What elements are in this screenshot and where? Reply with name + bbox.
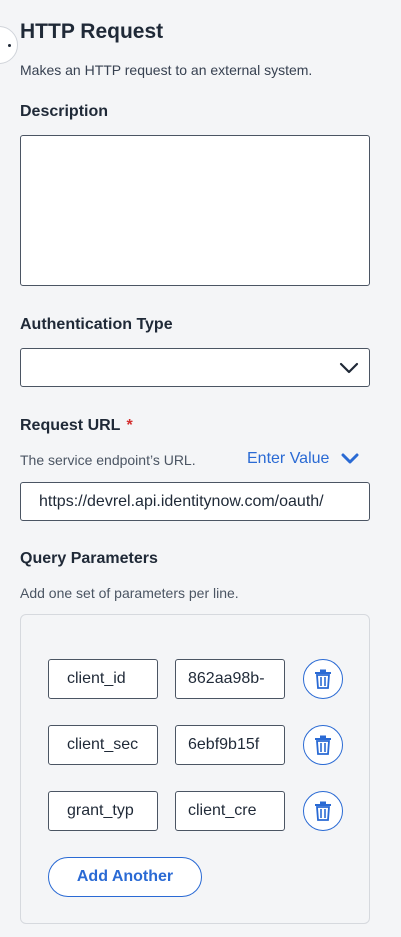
required-marker: * (126, 417, 133, 434)
query-parameters-help: Add one set of parameters per line. (20, 585, 239, 601)
handle-dot-icon (8, 43, 11, 47)
request-url-label: Request URL * (20, 417, 133, 435)
page-subtitle: Makes an HTTP request to an external sys… (20, 62, 313, 78)
authentication-type-select[interactable] (20, 348, 370, 387)
delete-parameter-button[interactable] (303, 725, 343, 765)
chevron-down-icon (339, 362, 359, 374)
query-parameter-row: client_id 862aa98b- (48, 659, 348, 699)
description-label: Description (20, 103, 109, 120)
request-url-input[interactable]: https://devrel.api.identitynow.com/oauth… (20, 482, 370, 521)
query-parameter-row: grant_typ client_cre (48, 791, 348, 831)
parameter-value-input[interactable]: 862aa98b- (175, 659, 285, 699)
parameter-key-input[interactable]: client_sec (48, 725, 158, 765)
trash-icon (315, 669, 331, 689)
enter-value-label: Enter Value (247, 450, 330, 467)
request-url-label-text: Request URL (20, 417, 121, 434)
request-url-help: The service endpoint’s URL. (20, 452, 196, 468)
delete-parameter-button[interactable] (303, 659, 343, 699)
enter-value-dropdown[interactable]: Enter Value (247, 450, 359, 468)
collapse-panel-button[interactable] (0, 26, 18, 64)
add-another-button[interactable]: Add Another (48, 857, 202, 897)
delete-parameter-button[interactable] (303, 791, 343, 831)
chevron-down-icon (341, 453, 359, 464)
description-textarea[interactable] (20, 135, 370, 286)
trash-icon (315, 801, 331, 821)
authentication-type-label: Authentication Type (20, 316, 173, 333)
query-parameters-label: Query Parameters (20, 550, 158, 567)
trash-icon (315, 735, 331, 755)
query-parameter-row: client_sec 6ebf9b15f (48, 725, 348, 765)
parameter-value-input[interactable]: 6ebf9b15f (175, 725, 285, 765)
http-request-panel: HTTP Request Makes an HTTP request to an… (0, 0, 401, 937)
parameter-value-input[interactable]: client_cre (175, 791, 285, 831)
parameter-key-input[interactable]: client_id (48, 659, 158, 699)
parameter-key-input[interactable]: grant_typ (48, 791, 158, 831)
page-title: HTTP Request (20, 20, 164, 43)
